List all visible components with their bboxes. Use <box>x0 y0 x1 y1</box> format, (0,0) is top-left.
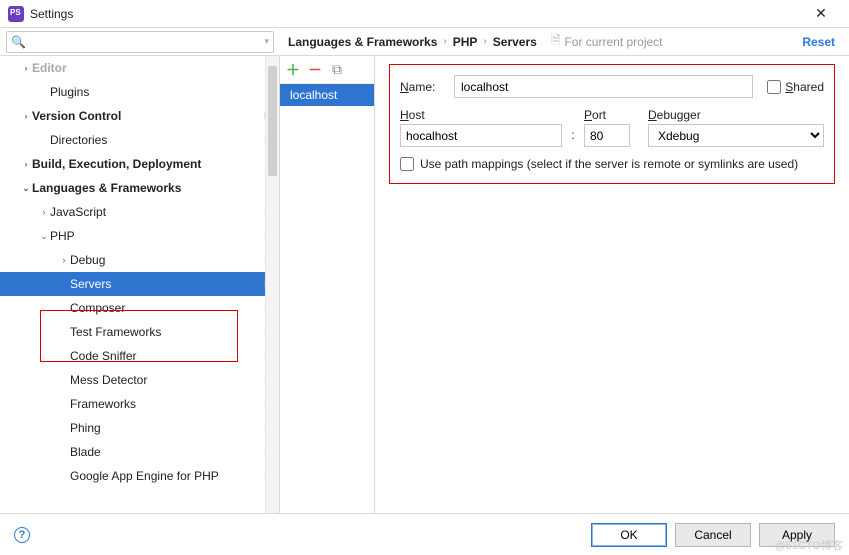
sidebar: ›EditorPlugins›Version Control⧉Directori… <box>0 56 280 526</box>
copy-server-button[interactable]: ⧉ <box>328 61 346 79</box>
server-list-toolbar: ＋ － ⧉ <box>280 56 374 84</box>
debugger-select[interactable]: Xdebug <box>648 124 824 147</box>
host-field[interactable] <box>400 124 562 147</box>
tree-item-label: Debug <box>70 253 264 267</box>
breadcrumb: Languages & Frameworks › PHP › Servers 🗎… <box>280 31 802 52</box>
tree-item[interactable]: Code Sniffer⧉ <box>0 344 279 368</box>
tree-item-label: Plugins <box>50 85 273 99</box>
sidebar-scrollbar[interactable] <box>265 56 279 526</box>
expand-arrow-icon: › <box>58 255 70 265</box>
tree-item[interactable]: Test Frameworks⧉ <box>0 320 279 344</box>
expand-arrow-icon: › <box>38 207 50 217</box>
tree-item-label: Code Sniffer <box>70 349 264 363</box>
ok-button[interactable]: OK <box>591 523 667 547</box>
port-field[interactable] <box>584 124 630 147</box>
tree-item-label: PHP <box>50 229 264 243</box>
tree-item[interactable]: Servers⧉ <box>0 272 279 296</box>
footer: ? OK Cancel Apply <box>0 513 849 555</box>
tree-item[interactable]: ›Debug⧉ <box>0 248 279 272</box>
tree-item[interactable]: ⌄PHP⧉ <box>0 224 279 248</box>
doc-icon: 🗎 <box>551 31 561 52</box>
tree-item[interactable]: ›Editor <box>0 56 279 80</box>
tree-item-label: Editor <box>32 61 273 75</box>
topbar: 🔍 ▾ Languages & Frameworks › PHP › Serve… <box>0 28 849 56</box>
tree-item[interactable]: Google App Engine for PHP⧉ <box>0 464 279 488</box>
server-list-pane: ＋ － ⧉ localhost <box>280 56 375 526</box>
remove-server-button[interactable]: － <box>306 61 324 79</box>
tree-item[interactable]: ⌄Languages & Frameworks <box>0 176 279 200</box>
tree-item-label: Mess Detector <box>70 373 264 387</box>
close-button[interactable]: ✕ <box>801 5 841 22</box>
port-label: Port <box>584 108 630 122</box>
tree-item-label: Google App Engine for PHP <box>70 469 264 483</box>
tree-item-label: Version Control <box>32 109 264 123</box>
debugger-label: Debugger <box>648 108 824 122</box>
settings-tree: ›EditorPlugins›Version Control⧉Directori… <box>0 56 279 488</box>
host-label: Host <box>400 108 562 122</box>
name-field[interactable] <box>454 75 753 98</box>
shared-checkbox-input[interactable] <box>767 80 781 94</box>
tree-item-label: Composer <box>70 301 264 315</box>
search-input[interactable] <box>28 35 265 49</box>
main: ›EditorPlugins›Version Control⧉Directori… <box>0 56 849 526</box>
name-label: Name: <box>400 80 454 94</box>
expand-arrow-icon: ⌄ <box>38 231 50 242</box>
expand-arrow-icon: › <box>20 111 32 121</box>
scrollbar-thumb[interactable] <box>268 66 277 176</box>
search-icon: 🔍 <box>11 35 26 49</box>
watermark: @51CTO博客 <box>775 537 843 553</box>
chevron-right-icon: › <box>443 36 446 47</box>
tree-item[interactable]: ›Build, Execution, Deployment <box>0 152 279 176</box>
form-highlight: Name: Shared Host Port Debugger : Xdebu <box>389 64 835 184</box>
tree-item[interactable]: Mess Detector⧉ <box>0 368 279 392</box>
tree-item-label: Languages & Frameworks <box>32 181 273 195</box>
tree-item-label: Frameworks <box>70 397 264 411</box>
search-input-wrap[interactable]: 🔍 ▾ <box>6 31 274 53</box>
expand-arrow-icon: › <box>20 159 32 169</box>
tree-item-label: Phing <box>70 421 264 435</box>
titlebar: Settings ✕ <box>0 0 849 28</box>
tree-item-label: Directories <box>50 133 264 147</box>
tree-item[interactable]: Plugins <box>0 80 279 104</box>
app-icon <box>8 6 24 22</box>
scope-note: 🗎For current project <box>551 31 663 52</box>
expand-arrow-icon: ⌄ <box>20 183 32 194</box>
tree-item[interactable]: ›Version Control⧉ <box>0 104 279 128</box>
path-mappings-label: Use path mappings (select if the server … <box>420 157 798 171</box>
tree-item[interactable]: Blade⧉ <box>0 440 279 464</box>
crumb-servers[interactable]: Servers <box>493 35 537 49</box>
colon-separator: : <box>566 124 580 147</box>
reset-link[interactable]: Reset <box>802 35 835 49</box>
server-form-pane: Name: Shared Host Port Debugger : Xdebu <box>375 56 849 526</box>
tree-item-label: Blade <box>70 445 264 459</box>
tree-item[interactable]: Composer⧉ <box>0 296 279 320</box>
tree-item-label: JavaScript <box>50 205 264 219</box>
window-title: Settings <box>30 7 801 21</box>
search-caret-icon: ▾ <box>264 36 269 47</box>
tree-item[interactable]: Frameworks⧉ <box>0 392 279 416</box>
crumb-lf[interactable]: Languages & Frameworks <box>288 35 437 49</box>
tree-item[interactable]: Directories⧉ <box>0 128 279 152</box>
tree-item[interactable]: ›JavaScript⧉ <box>0 200 279 224</box>
help-icon[interactable]: ? <box>14 527 30 543</box>
tree-item-label: Test Frameworks <box>70 325 264 339</box>
cancel-button[interactable]: Cancel <box>675 523 751 547</box>
shared-checkbox[interactable]: Shared <box>767 80 824 94</box>
expand-arrow-icon: › <box>20 63 32 73</box>
tree-item-label: Servers <box>70 277 264 291</box>
add-server-button[interactable]: ＋ <box>284 61 302 79</box>
path-mappings-checkbox[interactable] <box>400 157 414 171</box>
tree-item[interactable]: Phing⧉ <box>0 416 279 440</box>
chevron-right-icon: › <box>483 36 486 47</box>
server-list-item[interactable]: localhost <box>280 84 374 106</box>
crumb-php[interactable]: PHP <box>453 35 478 49</box>
tree-item-label: Build, Execution, Deployment <box>32 157 273 171</box>
